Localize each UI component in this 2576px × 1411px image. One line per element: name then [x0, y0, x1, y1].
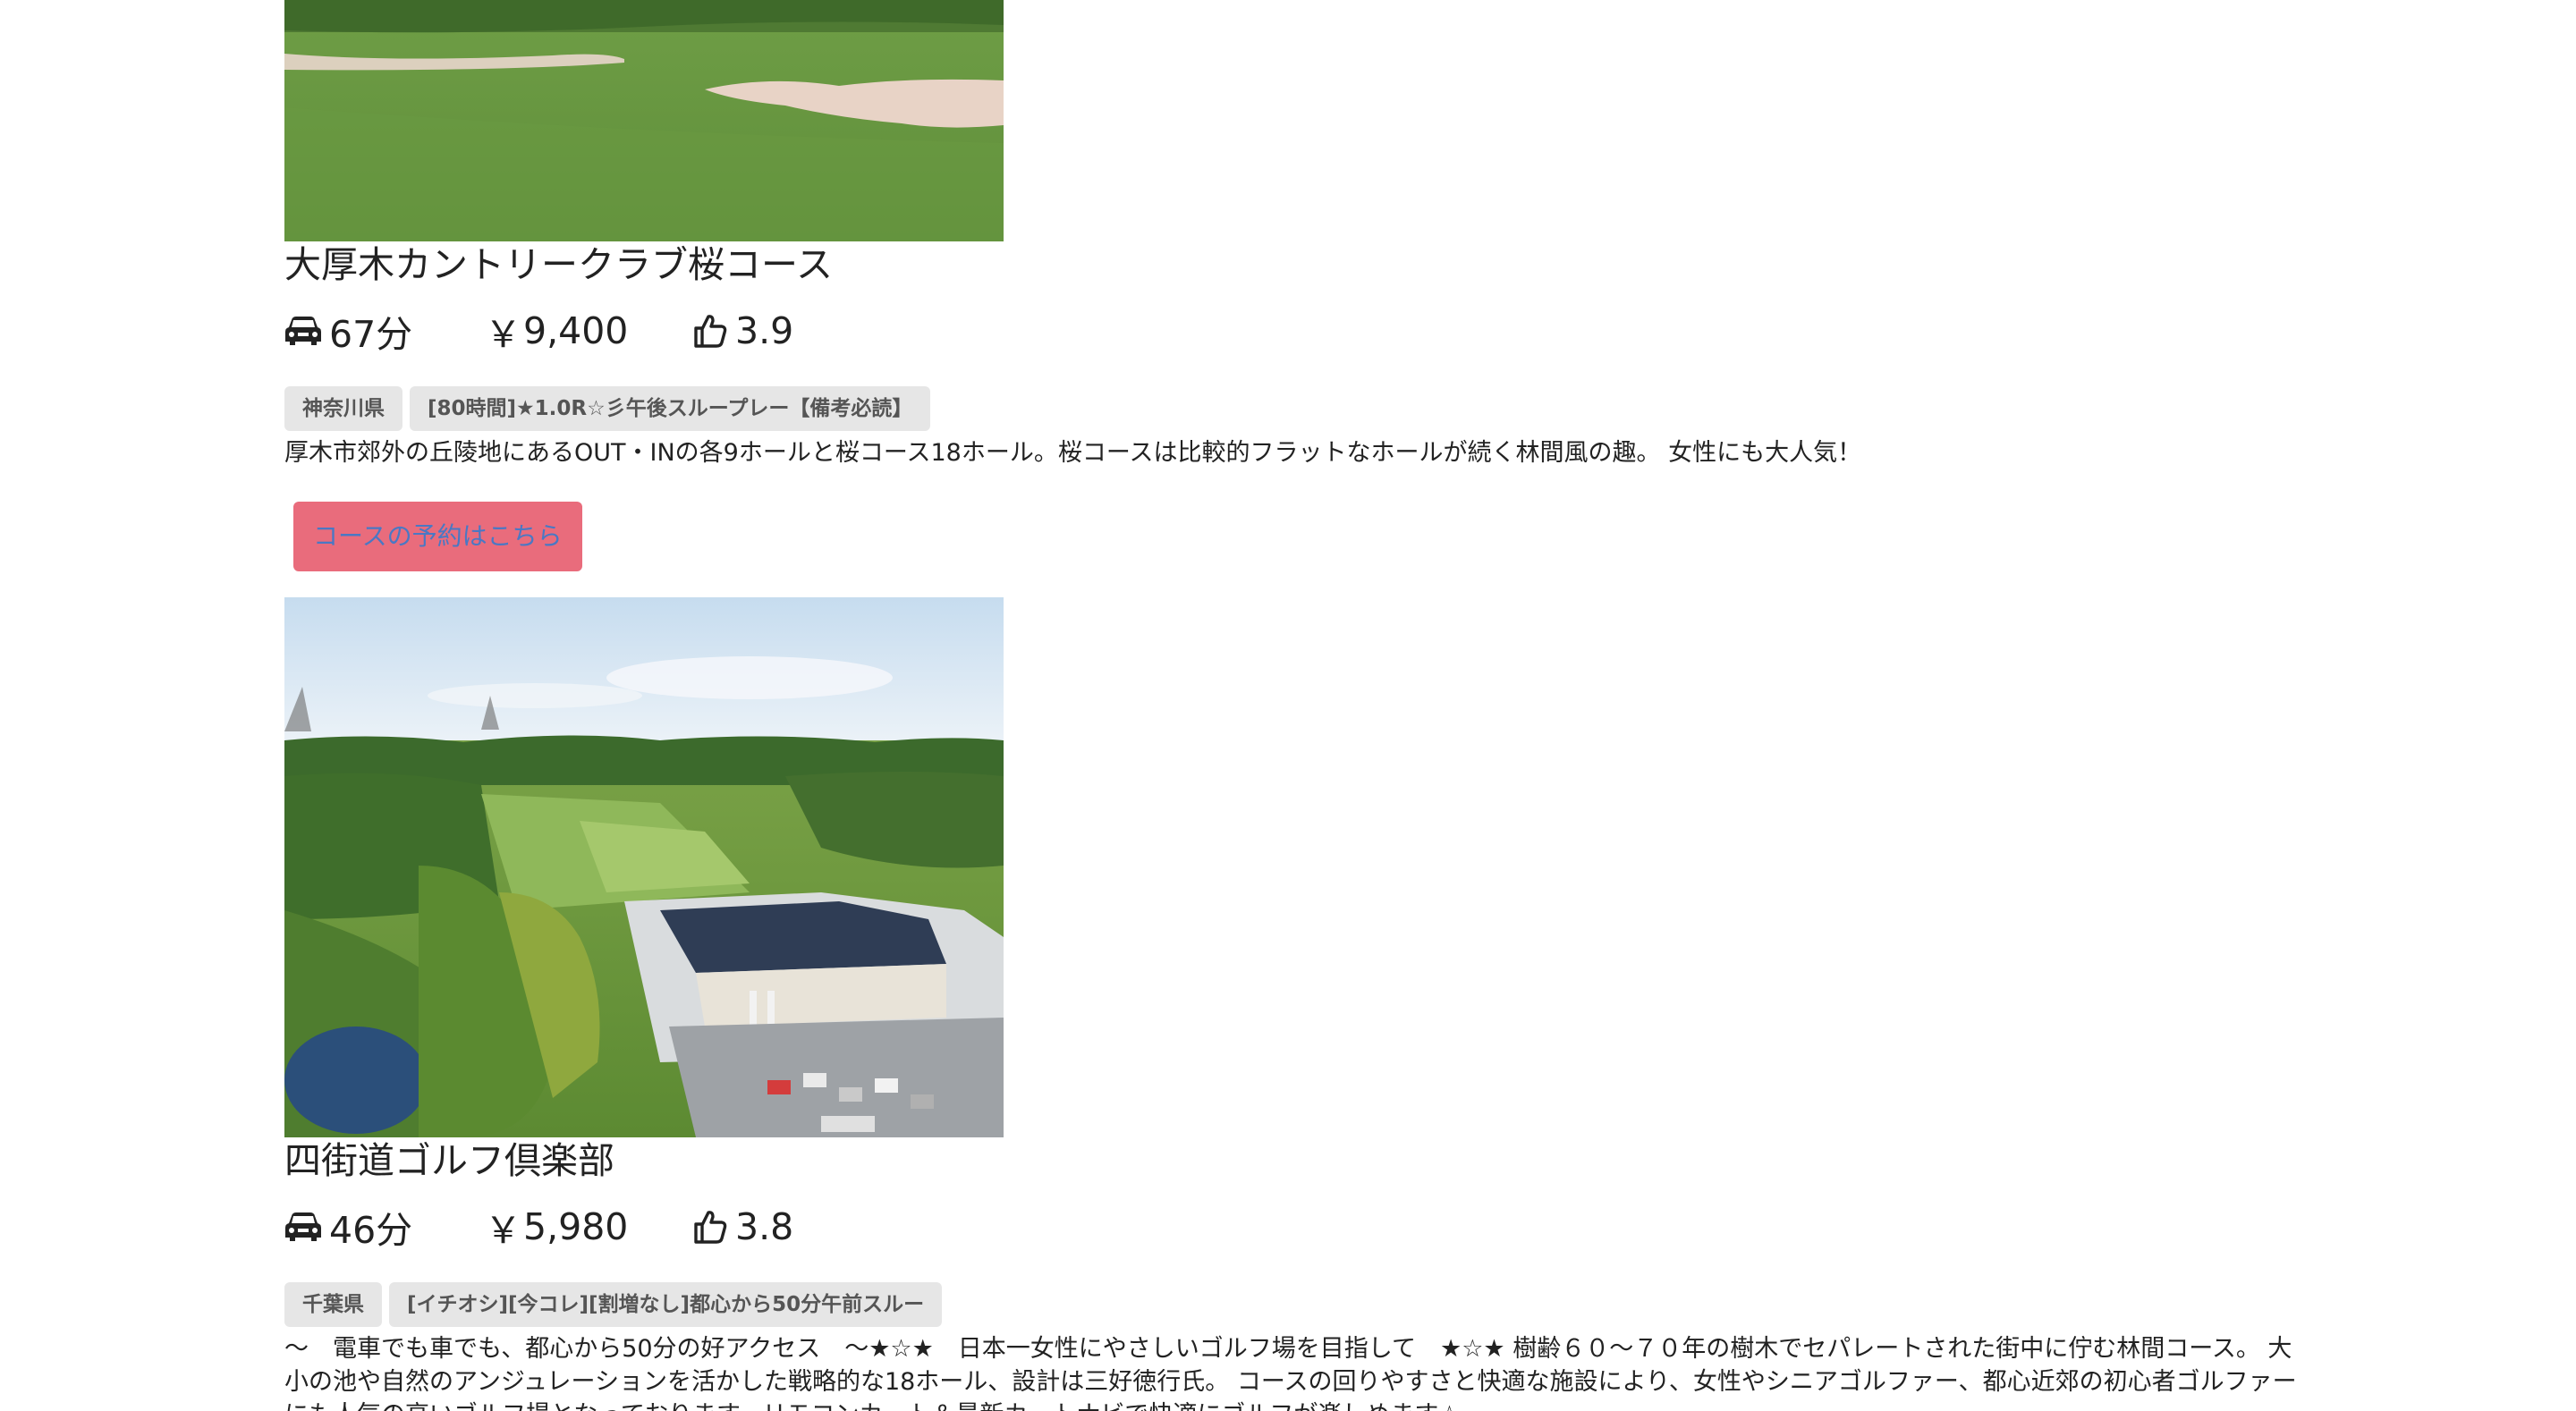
course-description: 厚木市郊外の丘陵地にあるOUT・INの各9ホールと桜コース18ホール。桜コースは… [284, 439, 1862, 467]
course-tags: 千葉県 [イチオシ][今コレ][割増なし]都心から50分午前スルー [284, 1282, 2342, 1327]
price-value: 9,400 [523, 309, 629, 352]
reserve-course-button[interactable]: コースの予約はこちら [293, 502, 582, 571]
rating-value: 3.8 [735, 1205, 794, 1248]
course-photo[interactable] [284, 597, 1004, 1137]
course-photo[interactable] [284, 0, 1004, 241]
plan-tag: [80時間]★1.0R☆彡午後スループレー【備考必読】 [410, 386, 931, 431]
car-icon [285, 1212, 321, 1241]
course-description: 〜 電車でも車でも、都心から50分の好アクセス 〜★☆★ 日本一女性にやさしいゴ… [284, 1335, 2297, 1411]
drive-time-stat: 46分 [284, 1200, 485, 1254]
course-name[interactable]: 大厚木カントリークラブ桜コース [284, 241, 2342, 288]
course-stats: 67分 ￥ 9,400 3.9 [284, 306, 2342, 356]
golf-fairway-image [284, 0, 1004, 241]
car-icon [285, 317, 321, 345]
course-list-page: 大厚木カントリークラブ桜コース 67分 ￥ 9,400 3.9 神奈川県 [80… [0, 0, 2576, 1411]
rating-stat: 3.8 [692, 1205, 871, 1248]
course-tags: 神奈川県 [80時間]★1.0R☆彡午後スループレー【備考必読】 [284, 386, 2342, 431]
course-name[interactable]: 四街道ゴルフ倶楽部 [284, 1137, 2342, 1184]
rating-stat: 3.9 [692, 309, 871, 352]
thumbs-up-icon [694, 315, 727, 348]
rating-value: 3.9 [735, 309, 794, 352]
drive-time-value: 46分 [329, 1209, 413, 1252]
drive-time-stat: 67分 [284, 304, 485, 358]
course-card-1: 大厚木カントリークラブ桜コース 67分 ￥ 9,400 3.9 神奈川県 [80… [284, 0, 2342, 571]
plan-tag: [イチオシ][今コレ][割増なし]都心から50分午前スルー [389, 1282, 943, 1327]
yen-icon: ￥ [485, 313, 521, 356]
prefecture-tag: 神奈川県 [284, 386, 402, 431]
price-stat: ￥ 5,980 [485, 1200, 692, 1254]
course-stats: 46分 ￥ 5,980 3.8 [284, 1202, 2342, 1252]
thumbs-up-icon [694, 1211, 727, 1244]
price-stat: ￥ 9,400 [485, 304, 692, 358]
drive-time-value: 67分 [329, 313, 413, 356]
yen-icon: ￥ [485, 1209, 521, 1252]
price-value: 5,980 [523, 1205, 629, 1248]
golf-course-aerial-image [284, 597, 1004, 1137]
course-card-2: 四街道ゴルフ倶楽部 46分 ￥ 5,980 3.8 千葉県 [イチオシ][今コレ… [284, 597, 2342, 1411]
prefecture-tag: 千葉県 [284, 1282, 382, 1327]
